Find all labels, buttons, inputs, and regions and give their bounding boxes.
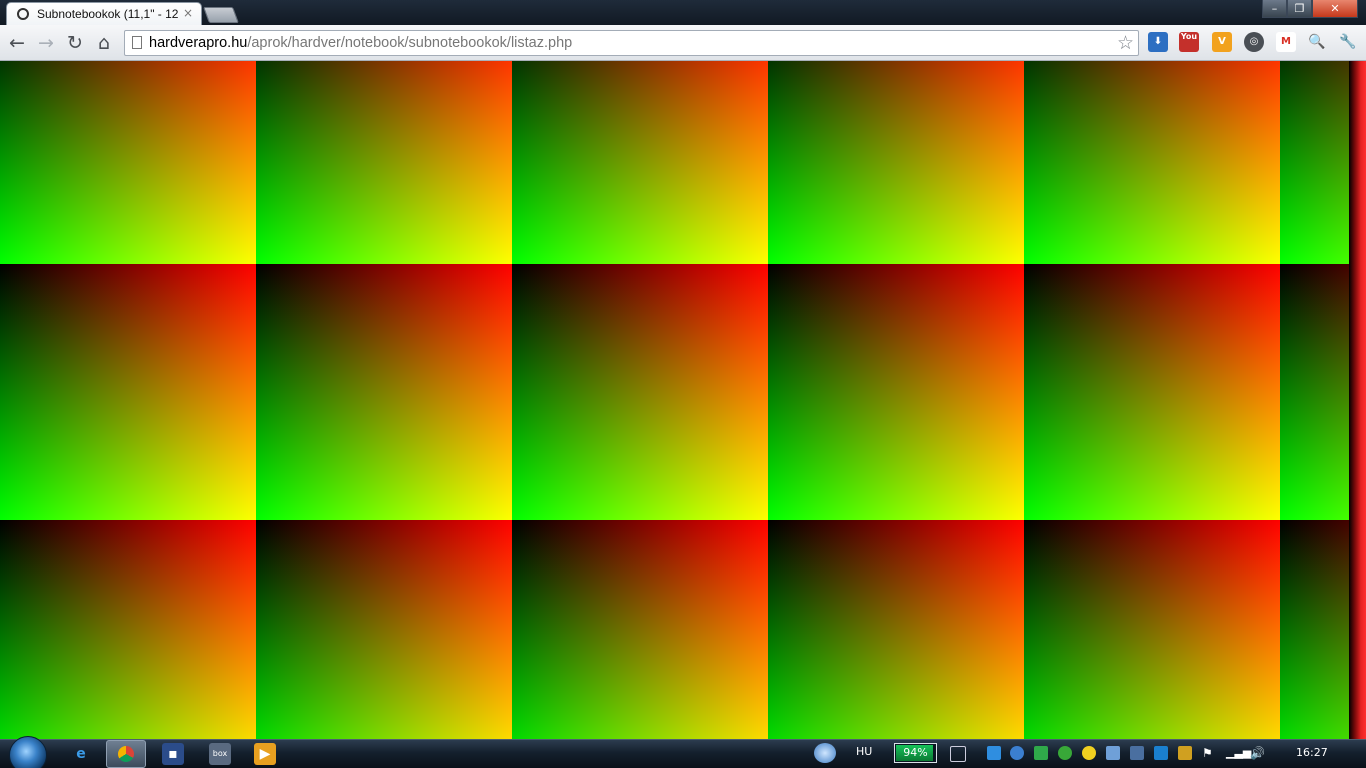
- wrench-menu-icon[interactable]: 🔧: [1338, 32, 1358, 52]
- signal-strength-icon[interactable]: ▁▃▅: [1226, 746, 1251, 760]
- gradient-tile: [512, 520, 768, 739]
- battery-indicator[interactable]: 94%: [894, 743, 937, 763]
- gradient-tile: [768, 520, 1024, 739]
- window-controls: – ❐ ✕: [1262, 0, 1358, 19]
- chrome-icon: [118, 746, 134, 762]
- gradient-tile: [768, 61, 1024, 264]
- messenger-icon[interactable]: [1082, 746, 1096, 760]
- gradient-tile: [512, 61, 768, 264]
- media-player-icon[interactable]: ▶: [254, 743, 276, 765]
- site-favicon-icon: [17, 8, 29, 20]
- user-icon[interactable]: [1106, 746, 1120, 760]
- title-bar: Subnotebookok (11,1" - 12 × – ❐ ✕: [0, 0, 1366, 25]
- url-host: hardverapro.hu: [149, 35, 248, 51]
- back-button[interactable]: ←: [5, 31, 29, 55]
- chrome-taskbar-button[interactable]: [106, 740, 146, 768]
- gradient-tile: [0, 520, 256, 739]
- gradient-tile: [0, 264, 256, 520]
- gradient-tile: [256, 520, 512, 739]
- clock[interactable]: 16:27: [1296, 746, 1328, 759]
- page-content: [0, 61, 1349, 739]
- bookmark-star-icon[interactable]: ☆: [1117, 32, 1134, 54]
- network-status-icon[interactable]: [814, 743, 836, 763]
- battery-percent: 94%: [903, 746, 928, 759]
- teamviewer-icon[interactable]: [1154, 746, 1168, 760]
- gradient-tile: [512, 264, 768, 520]
- gradient-tile: [1280, 520, 1349, 739]
- tab-close-icon[interactable]: ×: [183, 6, 193, 20]
- download-extension-icon[interactable]: ⬇: [1148, 32, 1168, 52]
- cloud-icon[interactable]: [1034, 746, 1048, 760]
- start-button[interactable]: [9, 736, 47, 768]
- vivaldi-extension-icon[interactable]: V: [1212, 32, 1232, 52]
- gradient-tile: [256, 61, 512, 264]
- screen: Subnotebookok (11,1" - 12 × – ❐ ✕ ← → ↻ …: [0, 0, 1366, 768]
- browser-tab[interactable]: Subnotebookok (11,1" - 12 ×: [6, 2, 202, 25]
- devices-icon[interactable]: [1130, 746, 1144, 760]
- tab-title: Subnotebookok (11,1" - 12: [37, 7, 179, 21]
- gradient-tile: [0, 61, 256, 264]
- page-icon: [132, 36, 142, 49]
- gradient-tile: [1280, 61, 1349, 264]
- box-app-icon[interactable]: box: [209, 743, 231, 765]
- security-icon[interactable]: [1178, 746, 1192, 760]
- gmail-extension-icon[interactable]: M: [1276, 32, 1296, 52]
- gradient-tile: [1024, 61, 1280, 264]
- minimize-button[interactable]: –: [1262, 0, 1287, 18]
- search-extension-icon[interactable]: 🔍: [1307, 32, 1327, 52]
- utorrent-icon[interactable]: [1058, 746, 1072, 760]
- forward-button[interactable]: →: [34, 31, 58, 55]
- volume-icon[interactable]: 🔊: [1250, 746, 1265, 760]
- new-tab-button[interactable]: [203, 7, 239, 23]
- gradient-tile: [256, 264, 512, 520]
- power-plug-icon[interactable]: [950, 746, 966, 762]
- internet-explorer-icon[interactable]: e: [70, 743, 92, 765]
- steering-extension-icon[interactable]: ◎: [1244, 32, 1264, 52]
- home-button[interactable]: ⌂: [92, 31, 116, 55]
- floppy-save-icon[interactable]: ▪: [162, 743, 184, 765]
- gradient-tile: [1024, 520, 1280, 739]
- browser-toolbar: ← → ↻ ⌂ hardverapro.hu/aprok/hardver/not…: [0, 25, 1366, 61]
- taskbar: e ▪ box ▶ HU 94% ⚑ ▁▃▅ 🔊 16:27: [0, 736, 1366, 768]
- url-path: /aprok/hardver/notebook/subnotebookok/li…: [247, 35, 573, 51]
- address-bar[interactable]: hardverapro.hu/aprok/hardver/notebook/su…: [124, 30, 1139, 56]
- youtube-extension-icon[interactable]: You: [1179, 32, 1199, 52]
- gradient-tile: [1280, 264, 1349, 520]
- close-window-button[interactable]: ✕: [1312, 0, 1358, 18]
- sync-icon[interactable]: [1010, 746, 1024, 760]
- gradient-tile: [1024, 264, 1280, 520]
- language-indicator[interactable]: HU: [856, 745, 872, 758]
- reload-button[interactable]: ↻: [63, 31, 87, 55]
- restore-button[interactable]: ❐: [1287, 0, 1312, 18]
- gradient-tile: [768, 264, 1024, 520]
- url-text[interactable]: hardverapro.hu/aprok/hardver/notebook/su…: [149, 35, 572, 51]
- dropbox-icon[interactable]: [987, 746, 1001, 760]
- action-center-flag-icon[interactable]: ⚑: [1202, 746, 1216, 760]
- vertical-scrollbar[interactable]: [1349, 61, 1366, 739]
